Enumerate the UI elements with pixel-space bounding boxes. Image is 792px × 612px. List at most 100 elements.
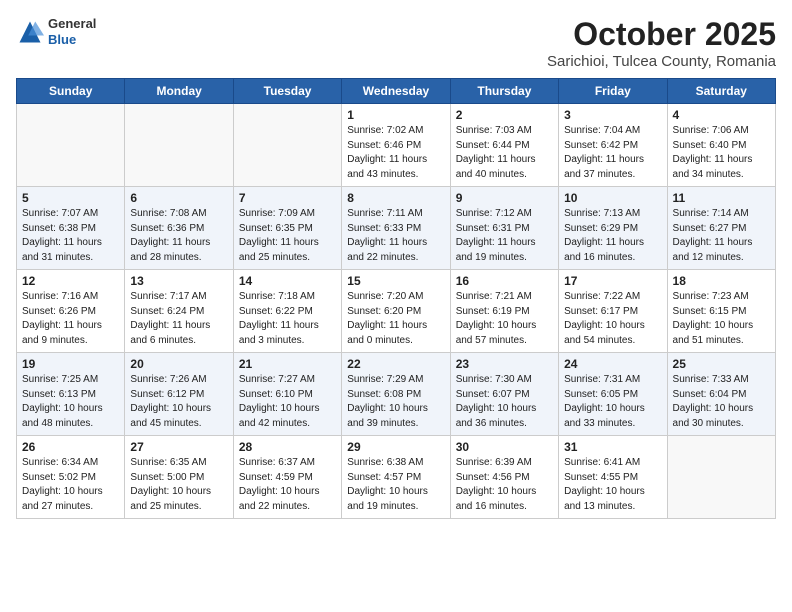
logo-text: General Blue — [48, 16, 96, 47]
calendar-day-cell: 6 Sunrise: 7:08 AM Sunset: 6:36 PM Daylig… — [125, 187, 233, 270]
day-number: 15 — [347, 274, 444, 288]
day-number: 23 — [456, 357, 553, 371]
day-number: 30 — [456, 440, 553, 454]
day-info: Sunrise: 7:06 AM Sunset: 6:40 PM Dayligh… — [673, 124, 770, 182]
calendar-day-cell: 31Sunrise: 6:41 AM Sunset: 4:55 PM Dayli… — [559, 436, 667, 519]
day-number: 18 — [673, 274, 770, 288]
day-number: 28 — [239, 440, 336, 454]
title-block: October 2025 Sarichioi, Tulcea County, R… — [547, 16, 776, 70]
weekday-header-friday: Friday — [559, 79, 667, 104]
day-info: Sunrise: 7:20 AM Sunset: 6:20 PM Dayligh… — [347, 290, 444, 348]
calendar-day-cell: 29Sunrise: 6:38 AM Sunset: 4:57 PM Dayli… — [342, 436, 450, 519]
calendar-day-cell: 2 Sunrise: 7:03 AM Sunset: 6:44 PM Daylig… — [450, 104, 558, 187]
day-info: Sunrise: 7:03 AM Sunset: 6:44 PM Dayligh… — [456, 124, 553, 182]
calendar-day-cell: 21 Sunrise: 7:27 AM Sunset: 6:10 PM Dayli… — [233, 353, 341, 436]
day-number: 1 — [347, 108, 444, 122]
day-number: 5 — [22, 191, 119, 205]
calendar-day-cell: 23 Sunrise: 7:30 AM Sunset: 6:07 PM Dayli… — [450, 353, 558, 436]
day-info: Sunrise: 7:08 AM Sunset: 6:36 PM Dayligh… — [130, 207, 227, 265]
calendar-week-row: 5Sunrise: 7:07 AM Sunset: 6:38 PM Daylig… — [17, 187, 776, 270]
calendar-table: SundayMondayTuesdayWednesdayThursdayFrid… — [16, 78, 776, 519]
calendar-day-cell — [17, 104, 125, 187]
calendar-day-cell: 4Sunrise: 7:06 AM Sunset: 6:40 PM Daylig… — [667, 104, 775, 187]
calendar-week-row: 19 Sunrise: 7:25 AM Sunset: 6:13 PM Dayli… — [17, 353, 776, 436]
calendar-day-cell: 20 Sunrise: 7:26 AM Sunset: 6:12 PM Dayli… — [125, 353, 233, 436]
weekday-header-sunday: Sunday — [17, 79, 125, 104]
day-number: 27 — [130, 440, 227, 454]
calendar-day-cell: 30Sunrise: 6:39 AM Sunset: 4:56 PM Dayli… — [450, 436, 558, 519]
weekday-header-saturday: Saturday — [667, 79, 775, 104]
day-info: Sunrise: 7:21 AM Sunset: 6:19 PM Dayligh… — [456, 290, 553, 348]
day-number: 21 — [239, 357, 336, 371]
day-number: 14 — [239, 274, 336, 288]
calendar-week-row: 1 Sunrise: 7:02 AM Sunset: 6:46 PM Daylig… — [17, 104, 776, 187]
day-info: Sunrise: 7:29 AM Sunset: 6:08 PM Dayligh… — [347, 373, 444, 431]
day-info: Sunrise: 7:12 AM Sunset: 6:31 PM Dayligh… — [456, 207, 553, 265]
logo-icon — [16, 18, 44, 46]
weekday-header-monday: Monday — [125, 79, 233, 104]
day-info: Sunrise: 7:18 AM Sunset: 6:22 PM Dayligh… — [239, 290, 336, 348]
month-title: October 2025 — [547, 16, 776, 53]
header: General Blue October 2025 Sarichioi, Tul… — [16, 16, 776, 70]
calendar-day-cell: 10 Sunrise: 7:13 AM Sunset: 6:29 PM Dayli… — [559, 187, 667, 270]
day-number: 24 — [564, 357, 661, 371]
day-info: Sunrise: 6:37 AM Sunset: 4:59 PM Dayligh… — [239, 456, 336, 514]
day-info: Sunrise: 7:27 AM Sunset: 6:10 PM Dayligh… — [239, 373, 336, 431]
weekday-header-thursday: Thursday — [450, 79, 558, 104]
day-number: 13 — [130, 274, 227, 288]
day-number: 17 — [564, 274, 661, 288]
calendar-day-cell: 24 Sunrise: 7:31 AM Sunset: 6:05 PM Dayli… — [559, 353, 667, 436]
weekday-header-row: SundayMondayTuesdayWednesdayThursdayFrid… — [17, 79, 776, 104]
calendar-day-cell: 5Sunrise: 7:07 AM Sunset: 6:38 PM Daylig… — [17, 187, 125, 270]
day-number: 8 — [347, 191, 444, 205]
day-info: Sunrise: 7:31 AM Sunset: 6:05 PM Dayligh… — [564, 373, 661, 431]
location-subtitle: Sarichioi, Tulcea County, Romania — [547, 53, 776, 70]
day-info: Sunrise: 7:26 AM Sunset: 6:12 PM Dayligh… — [130, 373, 227, 431]
calendar-day-cell: 11Sunrise: 7:14 AM Sunset: 6:27 PM Dayli… — [667, 187, 775, 270]
day-number: 2 — [456, 108, 553, 122]
calendar-day-cell: 26 Sunrise: 6:34 AM Sunset: 5:02 PM Dayli… — [17, 436, 125, 519]
calendar-day-cell: 12 Sunrise: 7:16 AM Sunset: 6:26 PM Dayli… — [17, 270, 125, 353]
calendar-day-cell: 15 Sunrise: 7:20 AM Sunset: 6:20 PM Dayli… — [342, 270, 450, 353]
calendar-day-cell: 25 Sunrise: 7:33 AM Sunset: 6:04 PM Dayli… — [667, 353, 775, 436]
day-info: Sunrise: 7:16 AM Sunset: 6:26 PM Dayligh… — [22, 290, 119, 348]
calendar-day-cell: 17 Sunrise: 7:22 AM Sunset: 6:17 PM Dayli… — [559, 270, 667, 353]
day-info: Sunrise: 7:04 AM Sunset: 6:42 PM Dayligh… — [564, 124, 661, 182]
day-info: Sunrise: 7:33 AM Sunset: 6:04 PM Dayligh… — [673, 373, 770, 431]
calendar-day-cell: 14 Sunrise: 7:18 AM Sunset: 6:22 PM Dayli… — [233, 270, 341, 353]
day-number: 22 — [347, 357, 444, 371]
day-info: Sunrise: 7:30 AM Sunset: 6:07 PM Dayligh… — [456, 373, 553, 431]
calendar-day-cell: 28 Sunrise: 6:37 AM Sunset: 4:59 PM Dayli… — [233, 436, 341, 519]
calendar-day-cell: 8Sunrise: 7:11 AM Sunset: 6:33 PM Daylig… — [342, 187, 450, 270]
day-number: 6 — [130, 191, 227, 205]
day-info: Sunrise: 6:34 AM Sunset: 5:02 PM Dayligh… — [22, 456, 119, 514]
logo: General Blue — [16, 16, 96, 47]
day-info: Sunrise: 7:25 AM Sunset: 6:13 PM Dayligh… — [22, 373, 119, 431]
day-info: Sunrise: 7:02 AM Sunset: 6:46 PM Dayligh… — [347, 124, 444, 182]
calendar-day-cell: 7Sunrise: 7:09 AM Sunset: 6:35 PM Daylig… — [233, 187, 341, 270]
day-info: Sunrise: 7:09 AM Sunset: 6:35 PM Dayligh… — [239, 207, 336, 265]
calendar-week-row: 12 Sunrise: 7:16 AM Sunset: 6:26 PM Dayli… — [17, 270, 776, 353]
day-number: 25 — [673, 357, 770, 371]
weekday-header-tuesday: Tuesday — [233, 79, 341, 104]
day-number: 20 — [130, 357, 227, 371]
logo-general: General — [48, 16, 96, 31]
calendar-day-cell — [125, 104, 233, 187]
calendar-day-cell: 19 Sunrise: 7:25 AM Sunset: 6:13 PM Dayli… — [17, 353, 125, 436]
day-number: 26 — [22, 440, 119, 454]
day-info: Sunrise: 6:38 AM Sunset: 4:57 PM Dayligh… — [347, 456, 444, 514]
calendar-day-cell: 13 Sunrise: 7:17 AM Sunset: 6:24 PM Dayli… — [125, 270, 233, 353]
day-number: 19 — [22, 357, 119, 371]
day-info: Sunrise: 7:17 AM Sunset: 6:24 PM Dayligh… — [130, 290, 227, 348]
day-info: Sunrise: 7:13 AM Sunset: 6:29 PM Dayligh… — [564, 207, 661, 265]
day-number: 10 — [564, 191, 661, 205]
day-number: 3 — [564, 108, 661, 122]
day-number: 16 — [456, 274, 553, 288]
day-number: 12 — [22, 274, 119, 288]
calendar-day-cell: 16 Sunrise: 7:21 AM Sunset: 6:19 PM Dayli… — [450, 270, 558, 353]
day-info: Sunrise: 6:41 AM Sunset: 4:55 PM Dayligh… — [564, 456, 661, 514]
day-info: Sunrise: 6:35 AM Sunset: 5:00 PM Dayligh… — [130, 456, 227, 514]
calendar-day-cell — [667, 436, 775, 519]
day-info: Sunrise: 7:22 AM Sunset: 6:17 PM Dayligh… — [564, 290, 661, 348]
calendar-day-cell: 22 Sunrise: 7:29 AM Sunset: 6:08 PM Dayli… — [342, 353, 450, 436]
